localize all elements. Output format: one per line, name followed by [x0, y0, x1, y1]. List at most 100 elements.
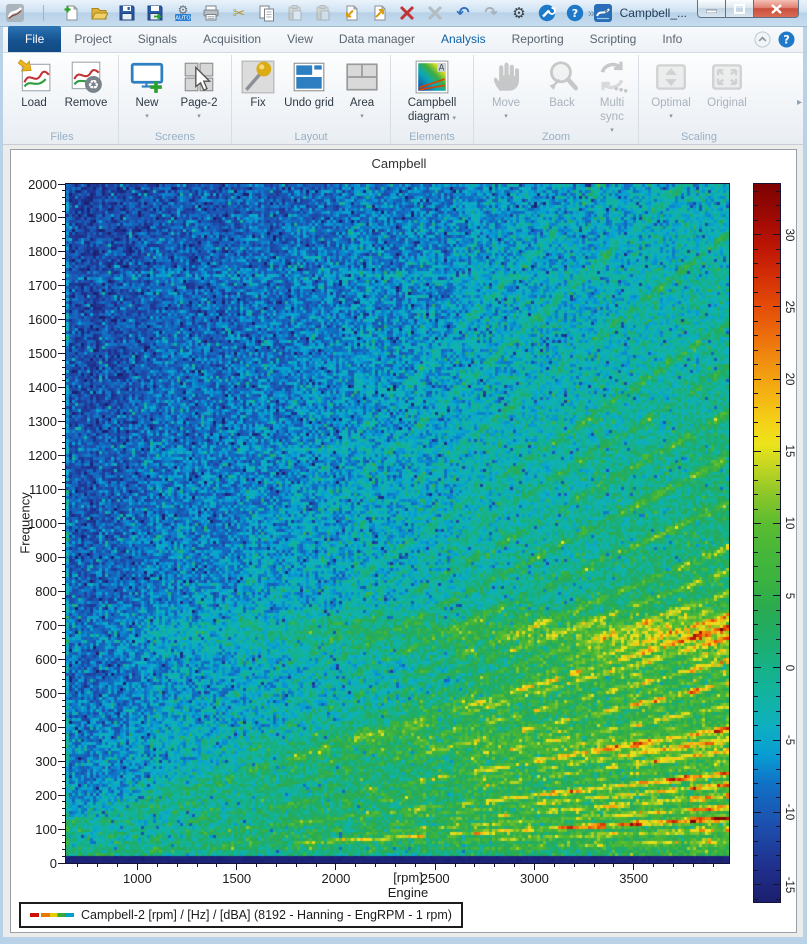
help-icon[interactable]: ? — [778, 31, 795, 48]
x-tick — [77, 863, 78, 867]
y-tick — [58, 353, 66, 354]
y-tick — [58, 523, 66, 524]
dropdown-caret[interactable]: ▾ — [360, 114, 364, 119]
dropdown-caret[interactable]: ▾ — [145, 114, 149, 119]
delete-gray-icon[interactable] — [426, 4, 444, 22]
colorbar-tick — [776, 797, 780, 798]
campbell-spectrogram[interactable] — [66, 184, 729, 863]
y-tick — [62, 394, 66, 395]
copy-icon[interactable] — [258, 4, 276, 22]
tab-signals[interactable]: Signals — [125, 27, 190, 52]
open-file-icon[interactable] — [90, 4, 108, 22]
close-button[interactable] — [754, 0, 799, 18]
colorbar-tick-label: 25 — [782, 297, 796, 317]
y-tick — [58, 625, 66, 626]
window-title: Campbell_... — [620, 6, 687, 20]
tab-analysis[interactable]: Analysis — [428, 27, 499, 52]
load-button[interactable]: Load — [10, 58, 58, 112]
settings-icon[interactable]: ⚙ — [510, 4, 528, 22]
toolbar-overflow-chevron[interactable]: » — [588, 6, 595, 20]
y-tick — [62, 408, 66, 409]
paste-special-icon[interactable] — [314, 4, 332, 22]
button-label: Fix — [250, 97, 265, 109]
magnifier-back-icon — [544, 59, 580, 95]
original-button[interactable]: Original — [699, 58, 755, 112]
tab-project[interactable]: Project — [61, 27, 124, 52]
y-tick — [58, 184, 66, 185]
y-tick — [62, 272, 66, 273]
save-as-icon[interactable] — [146, 4, 164, 22]
tab-acquisition[interactable]: Acquisition — [190, 27, 274, 52]
y-tick — [58, 387, 66, 388]
legend-box[interactable]: Campbell-2 [rpm] / [Hz] / [dBA] (8192 - … — [19, 902, 463, 928]
cut-icon[interactable]: ✂ — [230, 4, 248, 22]
zoom-back-button[interactable]: Back — [534, 58, 590, 112]
x-axis-label: [rpm] Engine — [368, 870, 448, 900]
move-button[interactable]: Move ▾ — [478, 58, 534, 120]
y-tick — [62, 306, 66, 307]
tools-icon[interactable] — [538, 4, 556, 22]
colorbar-tick-label: 0 — [782, 658, 796, 678]
colorbar-tick — [776, 566, 780, 567]
tab-view[interactable]: View — [274, 27, 326, 52]
colorbar-tick — [776, 653, 780, 654]
new-screen-button[interactable]: New ▾ — [123, 58, 171, 120]
save-icon[interactable] — [118, 4, 136, 22]
x-tick — [594, 863, 595, 867]
dropdown-caret[interactable]: ▾ — [197, 114, 201, 119]
delete-icon[interactable] — [398, 4, 416, 22]
button-label: Optimal — [651, 97, 691, 109]
redo-icon[interactable]: ↷ — [482, 4, 500, 22]
y-tick — [62, 604, 66, 605]
export-icon[interactable] — [370, 4, 388, 22]
optimal-button[interactable]: Optimal ▾ — [643, 58, 699, 120]
tab-info[interactable]: Info — [649, 27, 695, 52]
collapse-ribbon-icon[interactable] — [754, 31, 771, 48]
y-tick — [62, 611, 66, 612]
y-tick — [62, 333, 66, 334]
x-axis-unit: [rpm] — [368, 870, 448, 885]
area-button[interactable]: Area ▾ — [338, 58, 386, 120]
tab-file[interactable]: File — [8, 26, 61, 52]
y-tick — [62, 448, 66, 449]
y-tick — [62, 543, 66, 544]
button-label: Move — [492, 97, 520, 109]
toolbar-dropdown-caret[interactable]: ▾ — [604, 7, 608, 16]
tab-data-manager[interactable]: Data manager — [326, 27, 428, 52]
page-2-button[interactable]: Page-2 ▾ — [171, 58, 227, 120]
campbell-diagram-button[interactable]: A Campbell diagram▾ — [395, 58, 469, 126]
ribbon: Load ♻ Remove Files New ▾ Page-2 ▾ — [3, 53, 803, 145]
x-tick — [296, 863, 297, 867]
y-tick — [62, 326, 66, 327]
dropdown-caret[interactable]: ▾ — [453, 115, 457, 122]
print-icon[interactable] — [202, 4, 220, 22]
colorbar-tick — [754, 870, 758, 871]
group-label-scaling: Scaling — [639, 131, 759, 143]
new-file-icon[interactable] — [62, 4, 80, 22]
app-logo-icon[interactable] — [6, 4, 24, 22]
help-icon[interactable]: ? — [566, 4, 584, 22]
tab-reporting[interactable]: Reporting — [499, 27, 577, 52]
colorbar-tick — [754, 899, 758, 900]
undo-icon[interactable]: ↶ — [454, 4, 472, 22]
minimize-button[interactable] — [697, 0, 726, 18]
import-icon[interactable] — [342, 4, 360, 22]
y-tick — [62, 258, 66, 259]
undo-grid-button[interactable]: Undo grid — [280, 58, 338, 112]
paste-icon[interactable] — [286, 4, 304, 22]
remove-button[interactable]: ♻ Remove — [58, 58, 114, 112]
auto-save-icon[interactable]: ⚙AUTO — [174, 4, 192, 22]
maximize-button[interactable] — [726, 0, 754, 18]
colorbar-tick — [776, 754, 780, 755]
y-tick — [62, 265, 66, 266]
fix-button[interactable]: Fix — [236, 58, 280, 112]
ribbon-more-arrow[interactable]: ▸ — [797, 97, 802, 108]
multi-sync-button[interactable]: Multi sync ▾ — [590, 58, 634, 134]
viewer-icon[interactable] — [594, 4, 612, 22]
y-tick — [62, 190, 66, 191]
colorbar-tick-label: 10 — [782, 513, 796, 533]
y-tick — [62, 537, 66, 538]
x-tick — [256, 863, 257, 867]
colorbar-tick — [776, 899, 780, 900]
tab-scripting[interactable]: Scripting — [577, 27, 650, 52]
